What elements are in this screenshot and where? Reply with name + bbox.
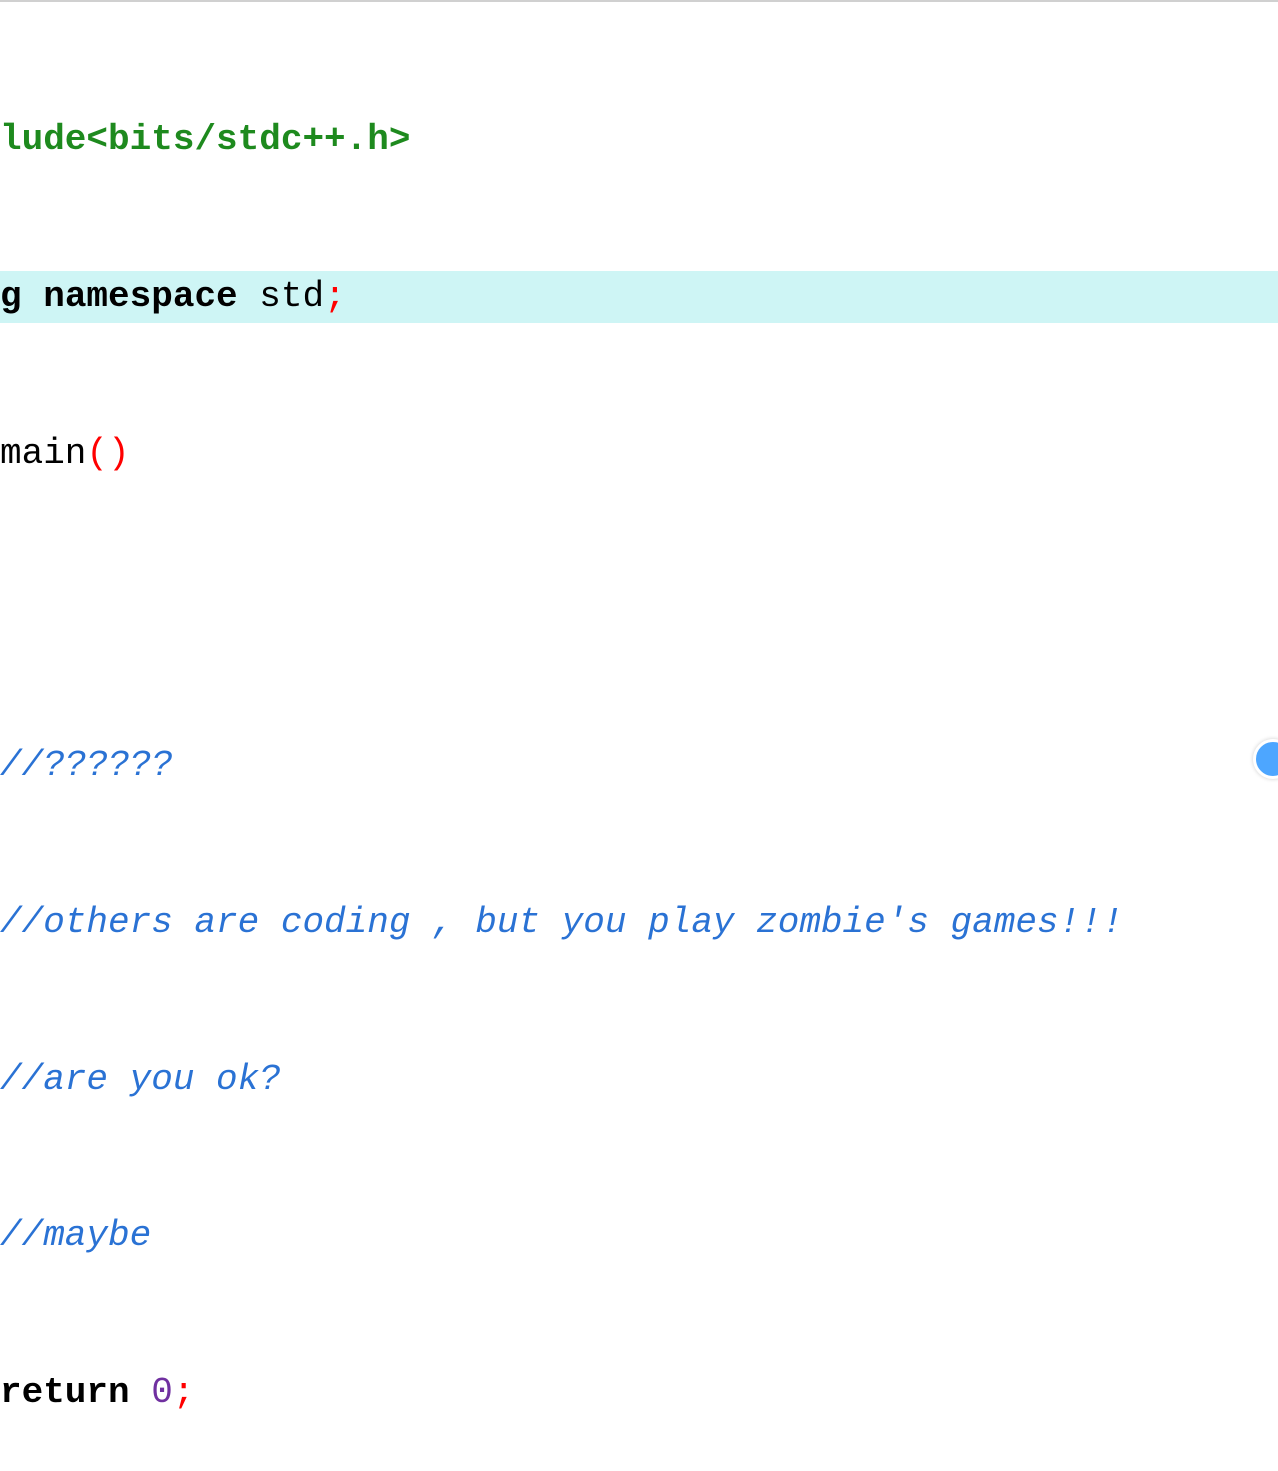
code-line-5[interactable]: //?????? bbox=[0, 740, 1278, 792]
main-fragment: main bbox=[0, 433, 86, 474]
code-line-7[interactable]: //are you ok? bbox=[0, 1054, 1278, 1106]
code-line-1[interactable]: lude<bits/stdc++.h> bbox=[0, 114, 1278, 166]
return-keyword: return bbox=[0, 1372, 130, 1413]
semicolon-return: ; bbox=[173, 1372, 195, 1413]
comment-2: //others are coding , but you play zombi… bbox=[0, 902, 1123, 943]
zero-literal: 0 bbox=[151, 1372, 173, 1413]
namespace-keyword: namespace bbox=[43, 276, 237, 317]
comment-1: //?????? bbox=[0, 745, 173, 786]
semicolon: ; bbox=[324, 276, 346, 317]
include-fragment: lude bbox=[0, 119, 86, 160]
code-line-2-highlighted[interactable]: g namespace std; bbox=[0, 271, 1278, 323]
parens: () bbox=[86, 433, 129, 474]
std-identifier: std bbox=[238, 276, 324, 317]
comment-3: //are you ok? bbox=[0, 1059, 281, 1100]
code-line-6[interactable]: //others are coding , but you play zombi… bbox=[0, 897, 1278, 949]
comment-4: //maybe bbox=[0, 1215, 151, 1256]
code-line-3[interactable]: main() bbox=[0, 428, 1278, 480]
using-fragment: g bbox=[0, 276, 43, 317]
code-line-9[interactable]: return 0; bbox=[0, 1367, 1278, 1419]
code-editor[interactable]: lude<bits/stdc++.h> g namespace std; mai… bbox=[0, 2, 1278, 1471]
space bbox=[130, 1372, 152, 1413]
code-line-8[interactable]: //maybe bbox=[0, 1210, 1278, 1262]
include-header: <bits/stdc++.h> bbox=[86, 119, 410, 160]
code-line-4[interactable] bbox=[0, 584, 1278, 636]
